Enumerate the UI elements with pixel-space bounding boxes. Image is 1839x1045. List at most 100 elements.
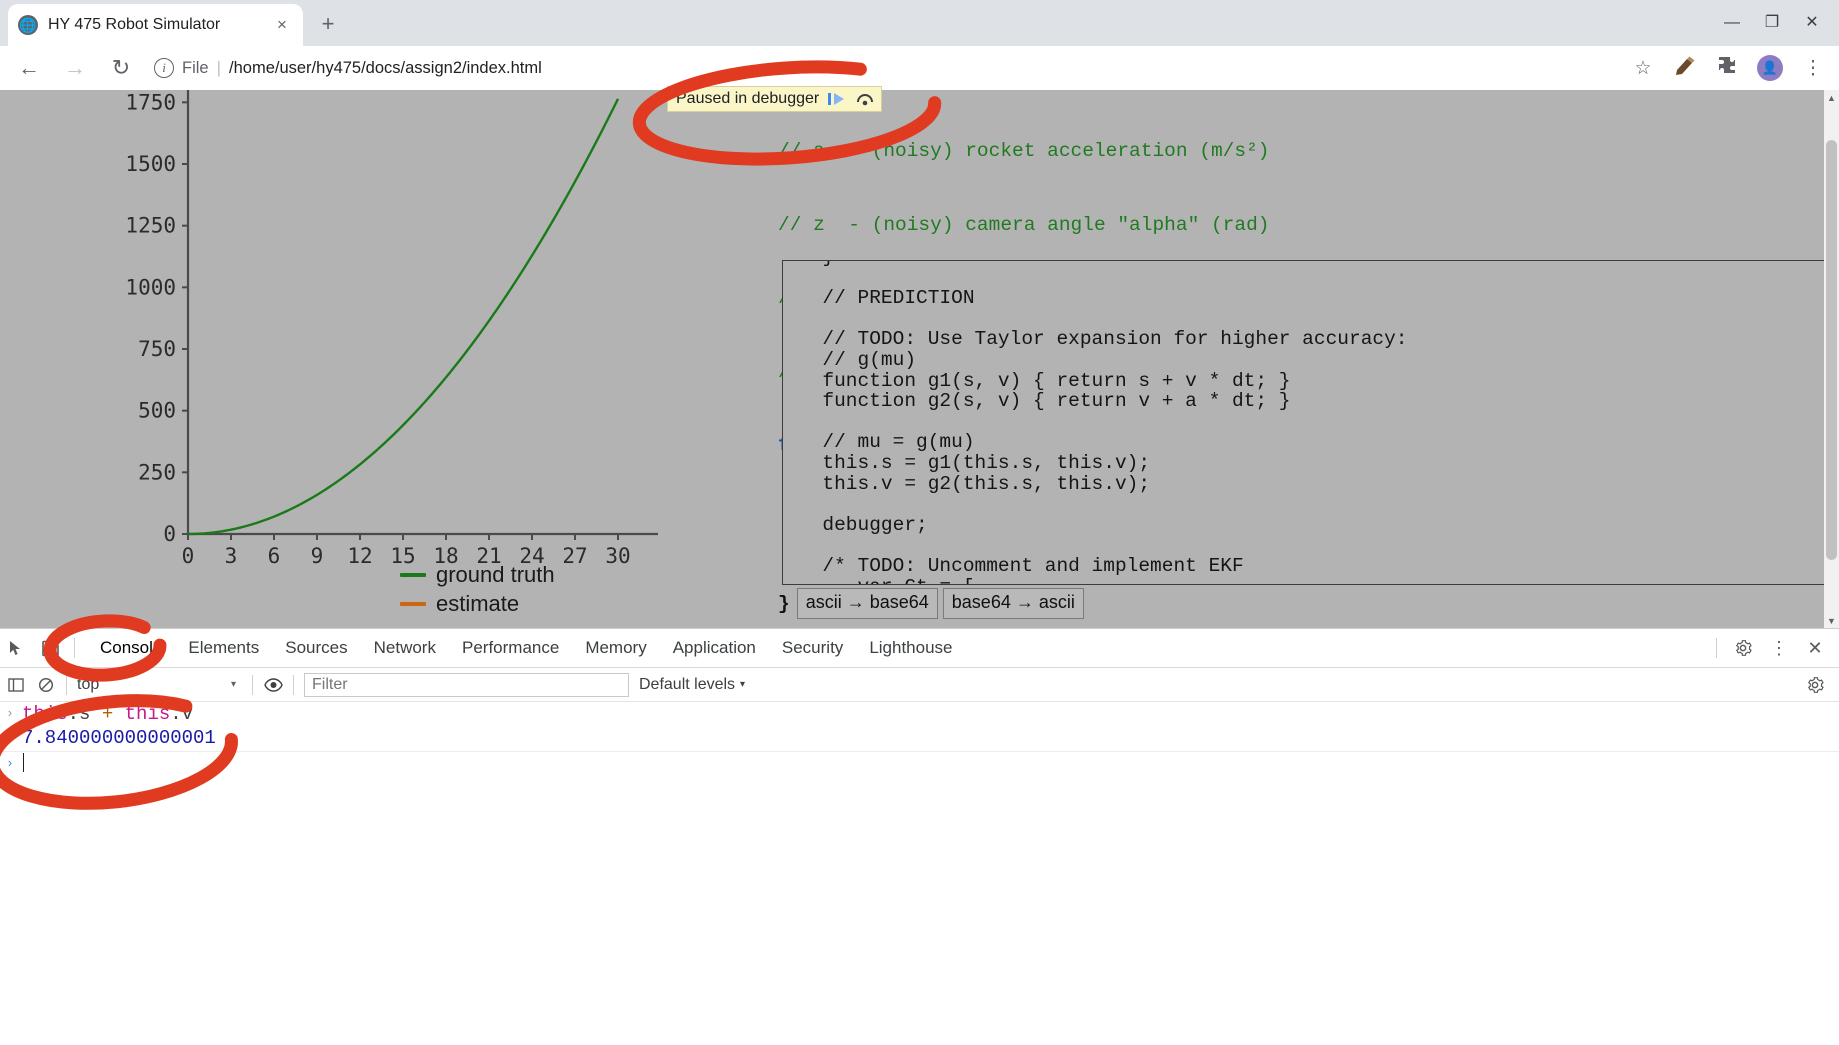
url-scheme-label: File: [182, 58, 209, 77]
live-expression-icon[interactable]: [263, 675, 283, 695]
tab-sources[interactable]: Sources: [272, 629, 360, 667]
back-icon[interactable]: ←: [12, 51, 46, 85]
tab-memory[interactable]: Memory: [572, 629, 659, 667]
svg-text:6: 6: [268, 544, 281, 568]
tab-performance[interactable]: Performance: [449, 629, 572, 667]
devtools-tab-bar: Console Elements Sources Network Performance…: [0, 629, 1839, 668]
tab-security[interactable]: Security: [769, 629, 856, 667]
code-token: this: [124, 703, 171, 725]
svg-text:27: 27: [562, 544, 587, 568]
gear-icon[interactable]: [1733, 638, 1753, 658]
browser-window: 🌐 HY 475 Robot Simulator × + — ❐ ✕ ← → ↻…: [0, 0, 1839, 1045]
console-output[interactable]: › this.s + this.v ‹ 7.840000000000001 ›: [0, 702, 1839, 1045]
clear-console-icon[interactable]: [36, 675, 56, 695]
console-input-arrow-icon: ›: [6, 706, 14, 721]
step-over-icon[interactable]: [855, 91, 875, 107]
address-bar[interactable]: i File | /home/user/hy475/docs/assign2/i…: [154, 53, 1617, 83]
console-filter-right: [1805, 675, 1839, 695]
page-info-icon[interactable]: i: [154, 58, 174, 78]
svg-text:1750: 1750: [125, 90, 176, 114]
legend-swatch-icon: [400, 572, 426, 577]
svg-text:0: 0: [163, 522, 176, 546]
ascii-to-base64-button[interactable]: ascii → base64: [796, 588, 938, 619]
tab-console[interactable]: Console: [87, 629, 175, 667]
tab-lighthouse[interactable]: Lighthouse: [856, 629, 965, 667]
comment-line-z: // z - (noisy) camera angle "alpha" (rad…: [778, 213, 1270, 236]
globe-icon: 🌐: [18, 15, 38, 35]
svg-text:1000: 1000: [125, 275, 176, 299]
console-levels-label: Default levels: [639, 675, 736, 693]
avatar[interactable]: 👤: [1757, 55, 1783, 81]
browser-tab[interactable]: 🌐 HY 475 Robot Simulator ×: [8, 4, 303, 46]
code-token: .v: [170, 703, 194, 725]
text-caret: [23, 753, 24, 772]
pen-icon[interactable]: [1673, 55, 1697, 81]
console-result-value: 7.840000000000001: [22, 727, 216, 749]
devtools-left-icons: [0, 638, 87, 658]
toolbar-divider: [74, 638, 75, 658]
tab-title: HY 475 Robot Simulator: [48, 16, 221, 33]
code-footer: } ascii → base64 base64 → ascii: [778, 588, 1084, 619]
console-filter-bar: top ▾ Default levels ▾: [0, 668, 1839, 702]
tab-application[interactable]: Application: [660, 629, 769, 667]
svg-text:1250: 1250: [125, 214, 176, 238]
comment-line-a: // a - (noisy) rocket acceleration (m/s²…: [778, 140, 1270, 162]
svg-text:1500: 1500: [125, 152, 176, 176]
window-controls: — ❐ ✕: [1723, 0, 1833, 46]
legend-label: estimate: [436, 590, 520, 616]
maximize-icon[interactable]: ❐: [1763, 15, 1781, 31]
chart-legend: ground truth estimate: [400, 560, 555, 618]
chevron-down-icon: ▾: [230, 679, 236, 690]
console-filter-input[interactable]: [304, 672, 629, 697]
close-icon[interactable]: ×: [271, 14, 293, 36]
page-viewport: 0 250 500 750 1000 1250 1500 1750 0 3 6 9 12 15 18 21 24…: [0, 90, 1839, 628]
execution-context-select[interactable]: top ▾: [77, 676, 242, 694]
console-input-row: › this.s + this.v: [0, 702, 1839, 726]
filter-divider-1: [66, 674, 67, 695]
legend-swatch-icon: [400, 601, 426, 606]
code-editor-textarea[interactable]: } // PREDICTION // TODO: Use Taylor expa…: [782, 260, 1839, 585]
bookmark-star-icon[interactable]: ☆: [1631, 57, 1655, 80]
paused-in-debugger-bar: Paused in debugger: [667, 86, 883, 112]
tab-network[interactable]: Network: [361, 629, 449, 667]
new-tab-button[interactable]: +: [313, 9, 343, 39]
url-text: /home/user/hy475/docs/assign2/index.html: [229, 58, 542, 77]
console-sidebar-icon[interactable]: [6, 675, 26, 695]
svg-text:12: 12: [347, 544, 372, 568]
tab-elements[interactable]: Elements: [175, 629, 272, 667]
execution-context-value: top: [77, 675, 100, 693]
tab-strip: 🌐 HY 475 Robot Simulator × + — ❐ ✕: [0, 0, 1839, 46]
inspect-element-icon[interactable]: [6, 638, 26, 658]
console-prompt-input[interactable]: [22, 752, 24, 776]
svg-text:9: 9: [311, 544, 324, 568]
console-prompt-row[interactable]: ›: [0, 752, 1839, 776]
devtools-panel: Console Elements Sources Network Performance…: [0, 628, 1839, 1045]
chrome-menu-icon[interactable]: ⋮: [1801, 57, 1825, 80]
forward-icon[interactable]: →: [58, 51, 92, 85]
page-scrollbar-thumb[interactable]: [1826, 140, 1837, 560]
base64-to-ascii-button[interactable]: base64 → ascii: [942, 588, 1084, 619]
console-result-row: ‹ 7.840000000000001: [0, 726, 1839, 750]
svg-text:250: 250: [138, 460, 176, 484]
close-window-icon[interactable]: ✕: [1803, 15, 1821, 31]
page-scroll-up-icon[interactable]: ▲: [1824, 90, 1839, 105]
console-settings-icon[interactable]: [1805, 675, 1825, 695]
resume-script-icon[interactable]: [827, 91, 847, 107]
minimize-icon[interactable]: —: [1723, 15, 1741, 31]
browser-toolbar: ← → ↻ i File | /home/user/hy475/docs/ass…: [0, 46, 1839, 90]
page-scroll-down-icon[interactable]: ▼: [1824, 613, 1839, 628]
simulation-chart: 0 250 500 750 1000 1250 1500 1750 0 3 6 9 12 15 18 21 24…: [100, 90, 680, 628]
reload-icon[interactable]: ↻: [104, 51, 138, 85]
console-input-expression: this.s + this.v: [22, 702, 193, 726]
devtools-right-icons: ⋮ ✕: [1716, 638, 1839, 658]
legend-item-0: ground truth: [400, 560, 555, 589]
svg-text:30: 30: [605, 544, 630, 568]
more-options-icon[interactable]: ⋮: [1769, 638, 1789, 658]
close-devtools-icon[interactable]: ✕: [1805, 638, 1825, 658]
device-toolbar-icon[interactable]: [40, 638, 60, 658]
devtools-tabs: Console Elements Sources Network Performance…: [87, 629, 966, 667]
console-output-arrow-icon: ‹: [6, 730, 14, 745]
console-levels-dropdown[interactable]: Default levels ▾: [639, 676, 745, 694]
puzzle-icon[interactable]: [1715, 55, 1739, 81]
page-scrollbar[interactable]: ▲ ▼: [1824, 90, 1839, 628]
